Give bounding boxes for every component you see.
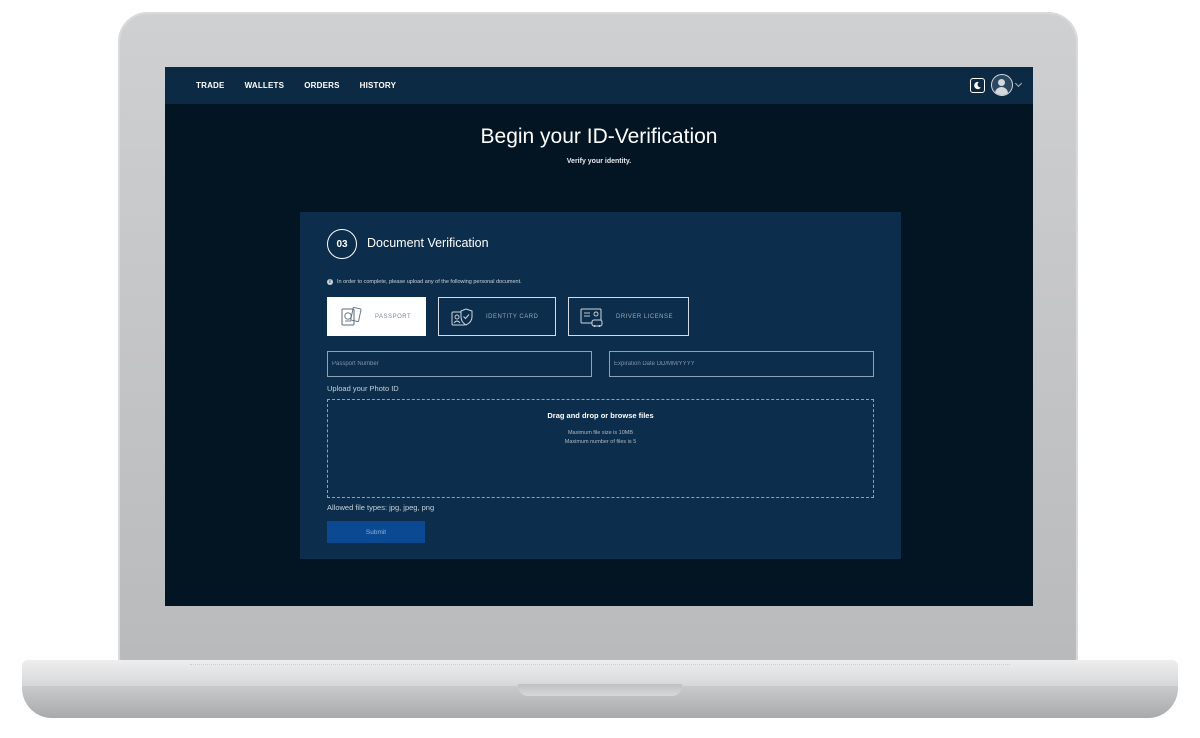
dropzone-title: Drag and drop or browse files [547, 411, 654, 420]
chevron-down-icon[interactable] [1014, 79, 1023, 88]
nav-item-trade[interactable]: TRADE [196, 81, 225, 90]
upload-label: Upload your Photo ID [327, 384, 399, 393]
allowed-file-types: Allowed file types: jpg, jpeg, png [327, 503, 435, 512]
dropzone-max-files: Maximum number of files is 5 [564, 439, 637, 445]
nav-item-wallets[interactable]: WALLETS [245, 81, 285, 90]
identity-card-icon [451, 307, 473, 326]
file-dropzone[interactable]: Drag and drop or browse files Maximum fi… [327, 399, 874, 498]
doc-type-label: IDENTITY CARD [486, 313, 539, 320]
info-icon: i [327, 279, 333, 285]
dropzone-max-size: Maximum file size is 10MB [567, 430, 634, 436]
page-subtitle: Verify your identity. [566, 158, 632, 165]
avatar-body [995, 87, 1008, 95]
avatar-head [998, 79, 1005, 86]
laptop-notch [518, 684, 682, 696]
keyboard-hint [190, 664, 1010, 666]
doc-type-label: DRIVER LICENSE [616, 313, 674, 320]
user-avatar-icon[interactable] [991, 74, 1013, 96]
nav-item-history[interactable]: HISTORY [360, 81, 397, 90]
moon-icon [974, 81, 981, 89]
dark-mode-toggle[interactable] [970, 77, 985, 93]
nav-item-orders[interactable]: ORDERS [304, 81, 339, 90]
step-number-badge: 03 [327, 229, 357, 259]
info-row: i In order to complete, please upload an… [327, 279, 522, 285]
step-title: Document Verification [367, 236, 489, 250]
passport-number-input[interactable] [327, 351, 592, 377]
doc-type-driver-license[interactable]: DRIVER LICENSE [568, 297, 689, 336]
top-navbar: TRADE WALLETS ORDERS HISTORY [165, 67, 1033, 104]
nav-right [970, 74, 1023, 96]
submit-button[interactable]: Submit [327, 521, 425, 543]
driver-license-icon [580, 308, 603, 327]
passport-icon [341, 306, 362, 325]
doc-type-identity-card[interactable]: IDENTITY CARD [438, 297, 556, 336]
doc-type-label: PASSPORT [375, 313, 412, 320]
expiration-date-input[interactable] [609, 351, 874, 377]
page-title: Begin your ID-Verification [480, 125, 718, 148]
verification-card: 03 Document Verification i In order to c… [300, 212, 901, 559]
screen: TRADE WALLETS ORDERS HISTORY Begin your … [165, 67, 1033, 606]
info-text: In order to complete, please upload any … [337, 279, 522, 285]
doc-type-passport[interactable]: PASSPORT [327, 297, 426, 336]
nav-menu: TRADE WALLETS ORDERS HISTORY [196, 81, 416, 90]
